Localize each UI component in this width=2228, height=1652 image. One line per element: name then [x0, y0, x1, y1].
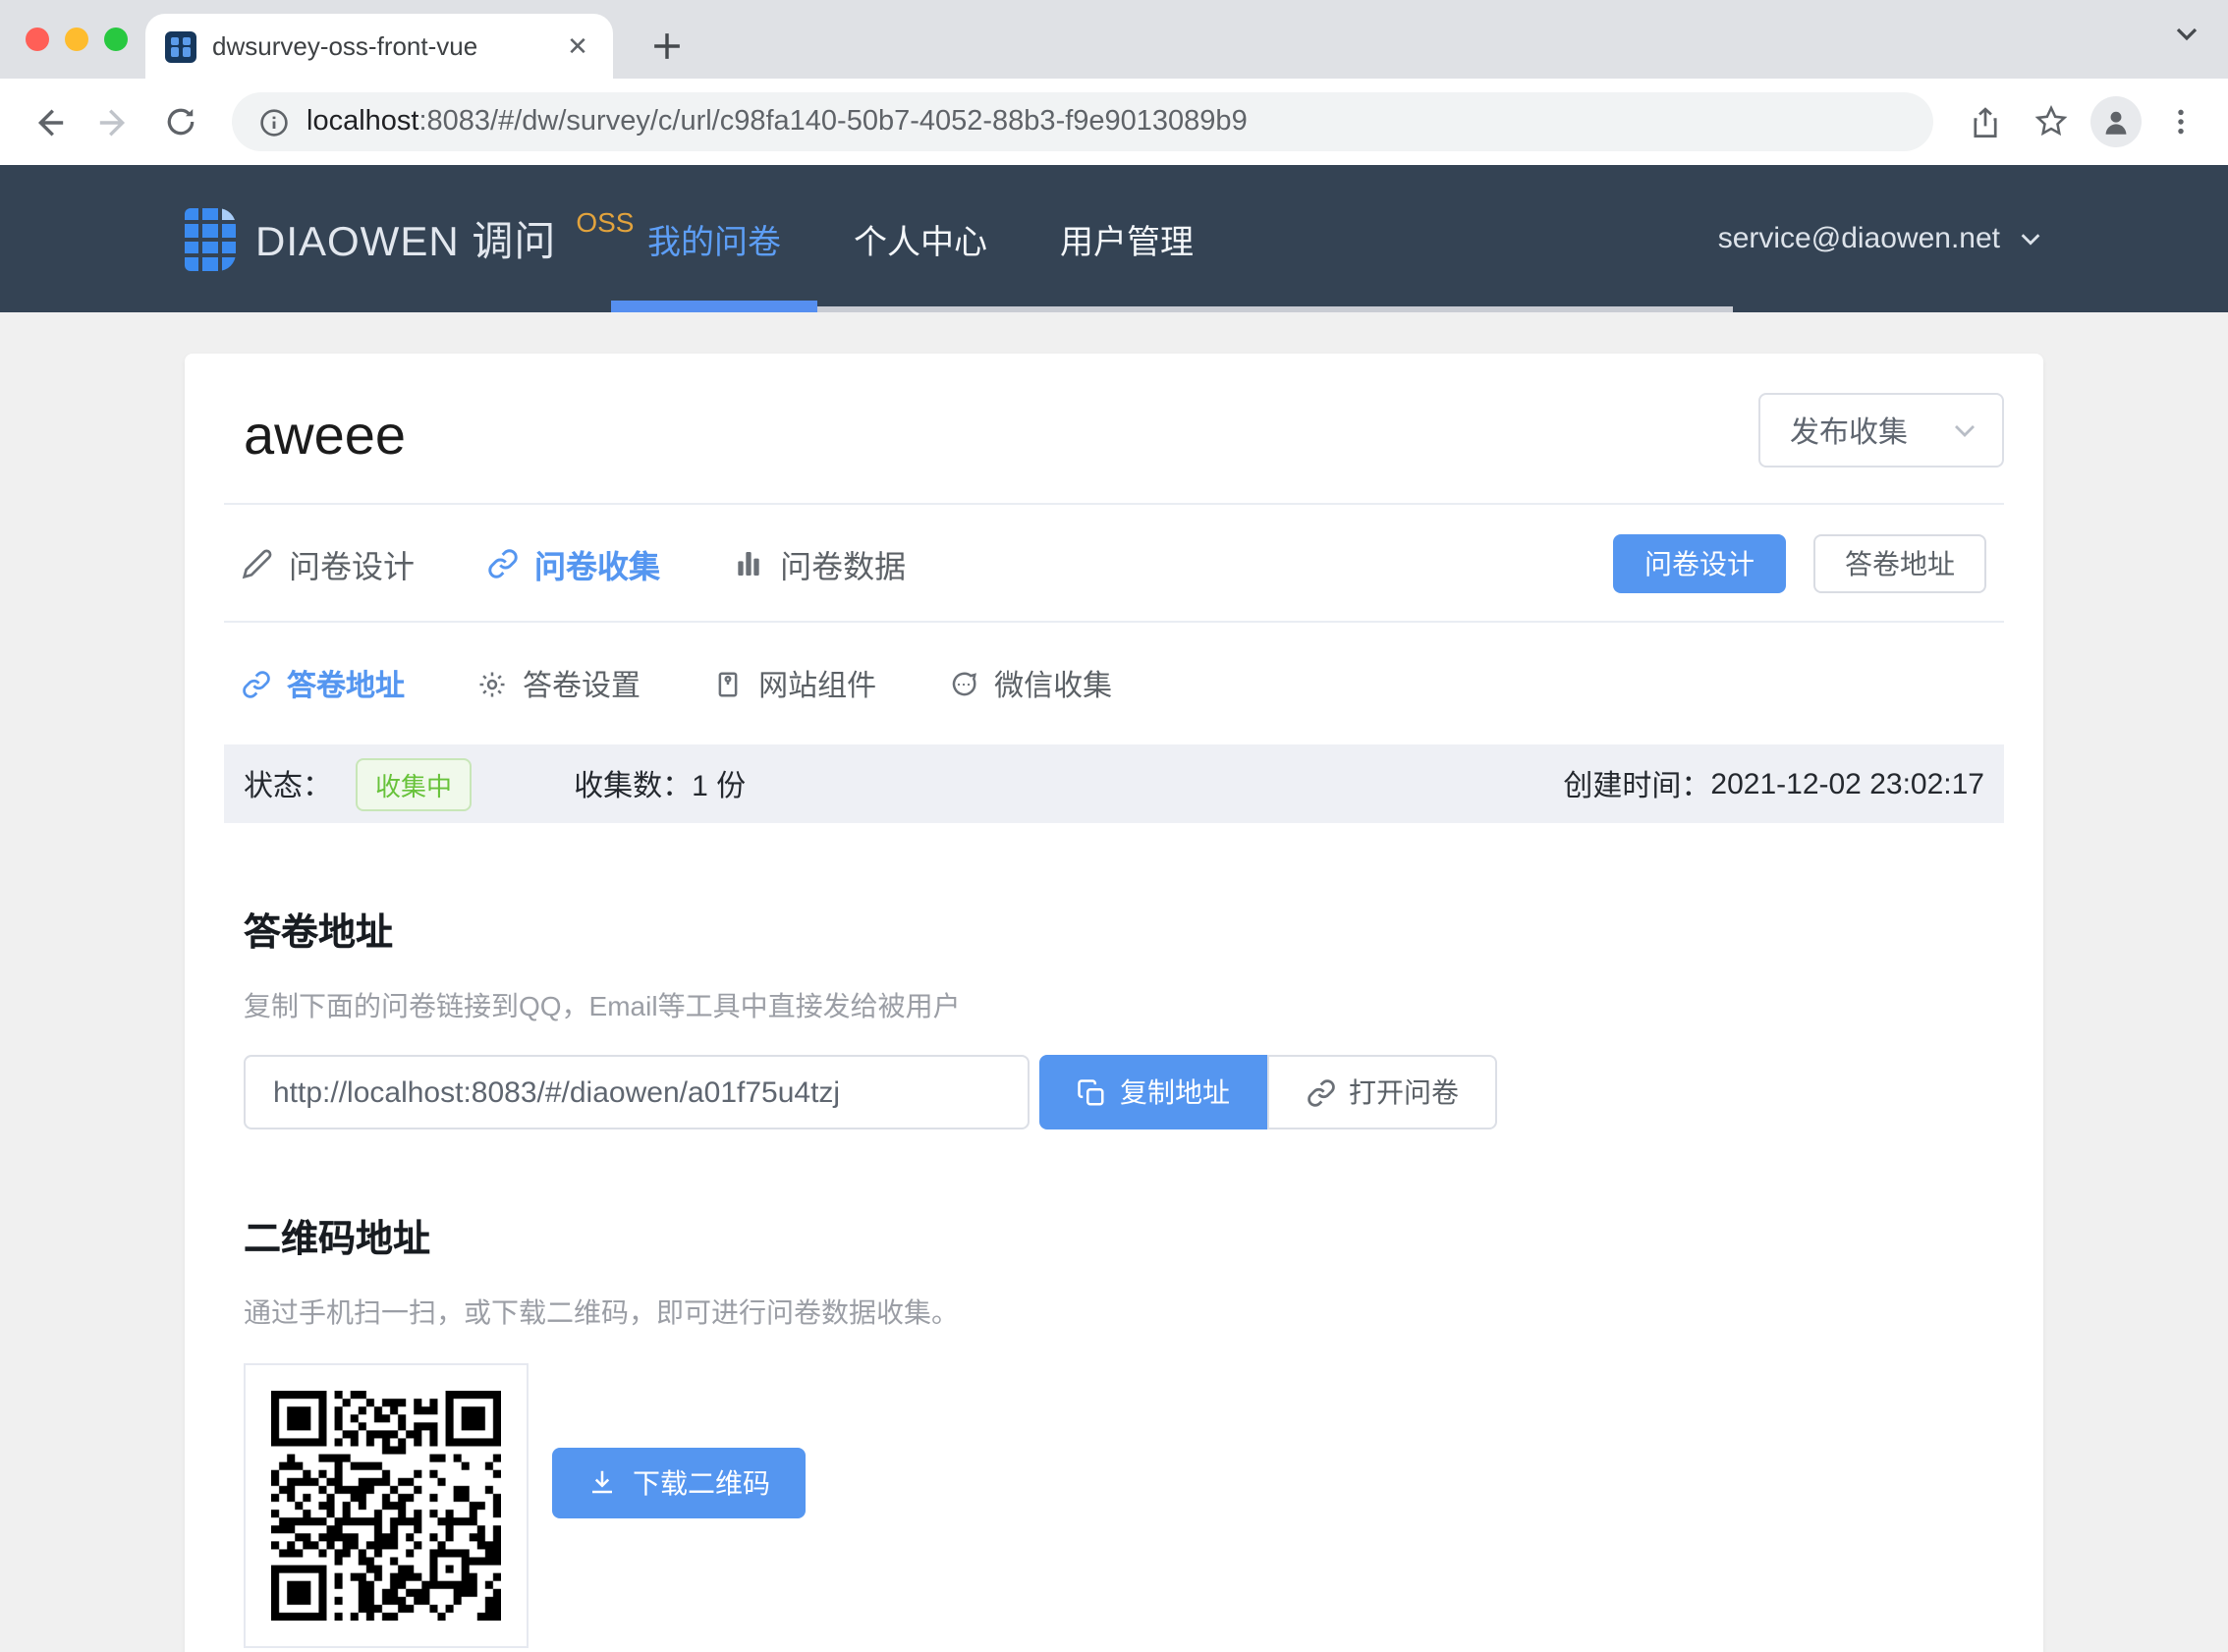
qrcode-frame — [244, 1363, 529, 1648]
tab-close-icon[interactable]: ✕ — [562, 30, 593, 62]
created-time-label: 创建时间： — [1563, 763, 1710, 804]
collect-subtabs: 答卷地址 答卷设置 网站组件 微信收集 — [224, 623, 2004, 744]
reload-button[interactable] — [153, 94, 208, 149]
tab-title: dwsurvey-oss-front-vue — [212, 31, 546, 61]
survey-tabs: 问卷设计 问卷收集 问卷数据 问卷设计 答卷地址 — [224, 505, 2004, 621]
user-dropdown[interactable]: service@diaowen.net — [1718, 165, 2043, 312]
browser-tabstrip: dwsurvey-oss-front-vue ✕ — [0, 0, 2228, 79]
window-controls — [26, 28, 128, 51]
chevron-down-icon — [2018, 226, 2043, 251]
browser-tab[interactable]: dwsurvey-oss-front-vue ✕ — [145, 14, 613, 79]
bookmark-star-icon[interactable] — [2024, 94, 2079, 149]
close-window-button[interactable] — [26, 28, 49, 51]
title-row: aweee 发布收集 — [224, 354, 2004, 503]
qrcode-desc: 通过手机扫一扫，或下载二维码，即可进行问卷数据收集。 — [244, 1293, 1984, 1332]
brand-grid-icon — [185, 207, 236, 270]
url-text: localhost:8083/#/dw/survey/c/url/c98fa14… — [306, 106, 1248, 138]
nav-item-personal-center[interactable]: 个人中心 — [817, 165, 1024, 312]
qrcode-heading: 二维码地址 — [244, 1210, 1984, 1263]
browser-toolbar: localhost:8083/#/dw/survey/c/url/c98fa14… — [0, 79, 2228, 165]
nav-item-user-management[interactable]: 用户管理 — [1024, 165, 1230, 312]
answer-address-button[interactable]: 答卷地址 — [1813, 533, 1986, 592]
download-icon — [587, 1467, 617, 1497]
minimize-window-button[interactable] — [65, 28, 88, 51]
survey-url-input[interactable] — [244, 1055, 1030, 1129]
user-email: service@diaowen.net — [1718, 222, 2000, 255]
maximize-window-button[interactable] — [104, 28, 128, 51]
qr-code-image — [271, 1391, 501, 1621]
site-info-icon[interactable] — [259, 107, 289, 137]
link-icon — [487, 547, 519, 578]
pencil-icon — [242, 547, 273, 578]
copy-url-button[interactable]: 复制地址 — [1039, 1055, 1267, 1129]
nav-item-my-surveys[interactable]: 我的问卷 — [611, 165, 817, 312]
share-icon[interactable] — [1957, 94, 2012, 149]
status-bar: 状态： 收集中 收集数： 1 份 创建时间： 2021-12-02 23:02:… — [224, 744, 2004, 823]
status-badge: 收集中 — [356, 757, 472, 810]
status-label: 状态： — [244, 763, 332, 804]
main-nav: 我的问卷 个人中心 用户管理 — [611, 165, 1733, 312]
page-body: aweee 发布收集 问卷设计 问卷收集 问卷数据 — [0, 312, 2228, 1652]
answer-url-desc: 复制下面的问卷链接到QQ，Email等工具中直接发给被用户 — [244, 986, 1984, 1025]
qrcode-row: 下载二维码 — [244, 1363, 1984, 1648]
tag-icon — [713, 669, 743, 698]
link-icon — [242, 669, 271, 698]
site-favicon — [165, 30, 196, 62]
collect-count-label: 收集数： — [574, 763, 692, 804]
subtab-answer-url[interactable]: 答卷地址 — [242, 663, 405, 704]
design-button[interactable]: 问卷设计 — [1613, 533, 1786, 592]
tab-search-chevron-icon[interactable] — [2173, 20, 2200, 47]
back-button[interactable] — [20, 94, 75, 149]
survey-card: aweee 发布收集 问卷设计 问卷收集 问卷数据 — [185, 354, 2043, 1652]
new-tab-button[interactable] — [641, 20, 692, 71]
chat-bubble-icon — [949, 669, 978, 698]
browser-window: dwsurvey-oss-front-vue ✕ localhost:8083/… — [0, 0, 2228, 1652]
subtab-wechat-collect[interactable]: 微信收集 — [949, 663, 1112, 704]
brand-name: DIAOWEN 调问 — [255, 209, 556, 268]
answer-url-section: 答卷地址 复制下面的问卷链接到QQ，Email等工具中直接发给被用户 复制地址 … — [224, 904, 2004, 1129]
survey-actions: 问卷设计 答卷地址 — [1613, 533, 1986, 592]
subtab-site-widget[interactable]: 网站组件 — [713, 663, 876, 704]
publish-select-value: 发布收集 — [1790, 410, 1908, 451]
browser-profile-avatar[interactable] — [2090, 96, 2142, 147]
gear-icon — [477, 669, 507, 698]
answer-url-row: 复制地址 打开问卷 — [244, 1055, 1984, 1129]
url-host: localhost — [306, 106, 418, 138]
subtab-answer-settings[interactable]: 答卷设置 — [477, 663, 641, 704]
bar-chart-icon — [733, 547, 764, 578]
survey-title: aweee — [244, 405, 1984, 468]
brand-logo[interactable]: DIAOWEN 调问 OSS — [185, 165, 635, 312]
tab-survey-collect[interactable]: 问卷收集 — [487, 539, 660, 586]
download-qrcode-button[interactable]: 下载二维码 — [552, 1447, 806, 1517]
tab-survey-data[interactable]: 问卷数据 — [733, 539, 906, 586]
open-survey-button[interactable]: 打开问卷 — [1267, 1055, 1497, 1129]
created-time-value: 2021-12-02 23:02:17 — [1710, 767, 1984, 800]
collect-count-value: 1 份 — [692, 763, 746, 804]
browser-menu-icon[interactable] — [2153, 94, 2208, 149]
publish-select[interactable]: 发布收集 — [1758, 393, 2004, 468]
qrcode-section: 二维码地址 通过手机扫一扫，或下载二维码，即可进行问卷数据收集。 下载二维码 — [224, 1210, 2004, 1648]
answer-url-heading: 答卷地址 — [244, 904, 1984, 957]
link-icon — [1306, 1077, 1335, 1107]
tab-survey-design[interactable]: 问卷设计 — [242, 539, 415, 586]
chevron-down-icon — [1951, 416, 1978, 444]
copy-icon — [1077, 1077, 1106, 1107]
app-header: DIAOWEN 调问 OSS 我的问卷 个人中心 用户管理 service@di… — [0, 165, 2228, 312]
url-path: :8083/#/dw/survey/c/url/c98fa140-50b7-40… — [418, 106, 1247, 138]
forward-button[interactable] — [86, 94, 141, 149]
url-bar[interactable]: localhost:8083/#/dw/survey/c/url/c98fa14… — [232, 92, 1933, 151]
